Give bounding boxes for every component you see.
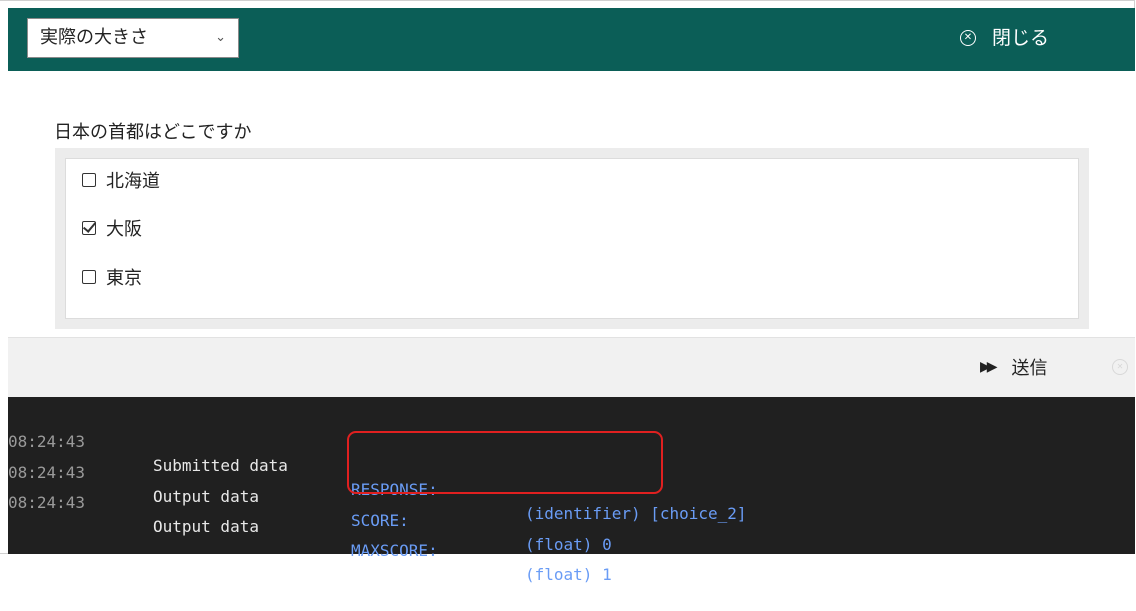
choice-interaction: 北海道 大阪 東京 [55,148,1089,329]
choice-label: 北海道 [106,171,160,192]
log-value: (identifier) [choice_2] [525,504,747,523]
log-label: Output data [153,517,259,536]
close-button[interactable]: ✕ 閉じる [960,22,1049,54]
choice-item-2[interactable]: 大阪 [82,213,142,243]
checkbox-icon[interactable] [82,173,96,187]
size-select[interactable]: 実際の大きさ ⌄ [27,18,239,58]
checkbox-checked-icon[interactable] [82,221,96,235]
log-console: 08:24:43 Submitted data RESPONSE: (ident… [8,397,1135,584]
choice-list: 北海道 大阪 東京 [65,158,1079,319]
choice-label: 東京 [106,268,142,289]
choice-label: 大阪 [106,219,142,240]
score-highlight [347,431,663,494]
log-value: (float) 0 [525,535,612,554]
choice-item-1[interactable]: 北海道 [82,165,160,195]
log-value: (float) 1 [525,565,612,584]
checkbox-icon[interactable] [82,270,96,284]
submit-label: 送信 [1011,358,1048,379]
close-label: 閉じる [992,27,1050,49]
log-row: 08:24:43 Submitted data RESPONSE: (ident… [8,406,1135,523]
question-prompt: 日本の首都はどこですか [54,122,252,143]
log-key: MAXSCORE: [351,541,438,560]
choice-item-3[interactable]: 東京 [82,262,142,292]
action-bar: ▶▶ 送信 ✕ [8,337,1135,398]
circle-x-icon: ✕ [960,30,976,46]
log-key: SCORE: [351,511,409,530]
submit-button[interactable]: ▶▶ 送信 [980,354,1048,380]
chevron-down-icon: ⌄ [215,30,226,45]
size-select-value: 実際の大きさ [40,27,148,48]
question-panel: 日本の首都はどこですか 北海道 大阪 東京 [8,71,1135,337]
toolbar: 実際の大きさ ⌄ ✕ 閉じる [8,8,1135,71]
circle-x-icon: ✕ [1112,359,1128,375]
fast-forward-icon: ▶▶ [980,359,997,375]
log-time: 08:24:43 [8,493,86,512]
